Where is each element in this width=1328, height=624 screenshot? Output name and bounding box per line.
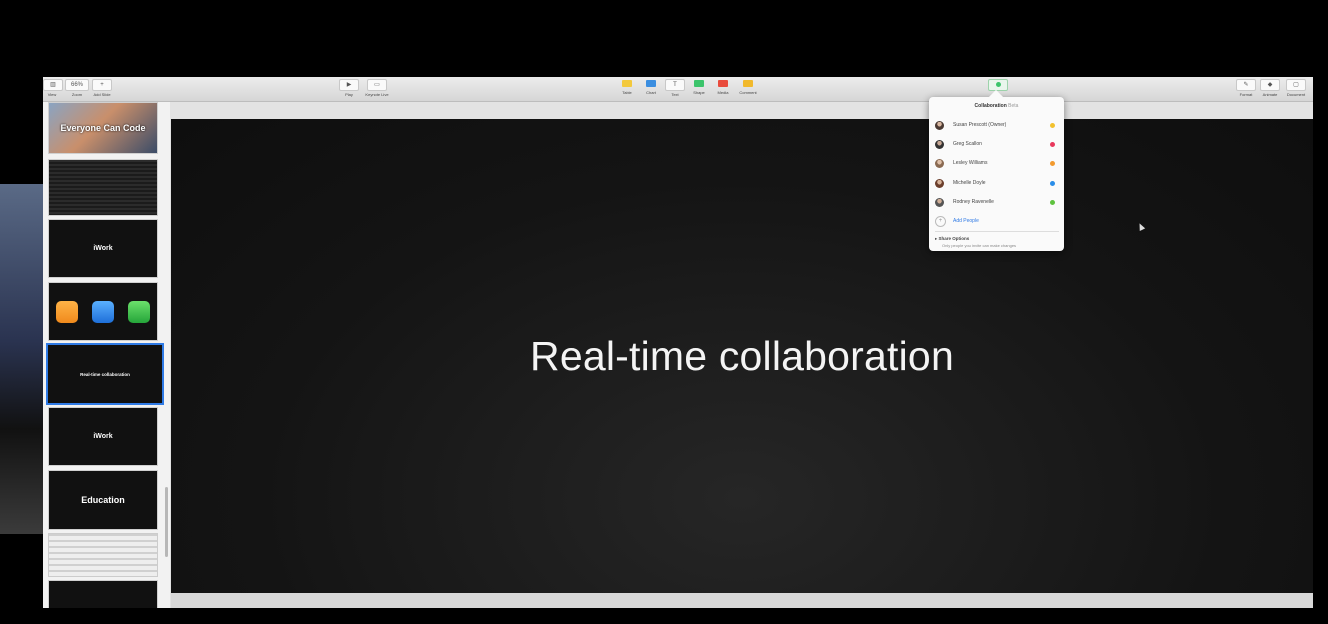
toolbar: ▥ View 66% Zoom + Add Slide ▶ Play ▭ Key… — [43, 77, 1313, 102]
pages-app-icon — [56, 300, 78, 323]
presenter-video-background — [0, 184, 44, 534]
numbers-app-icon — [128, 300, 150, 323]
slide-navigator: Everyone Can Code iWork Real-time collab… — [43, 102, 170, 608]
avatar — [935, 179, 944, 188]
add-slide-button[interactable]: + Add Slide — [91, 79, 113, 97]
slide-thumbnail-7[interactable]: Education — [48, 470, 158, 530]
media-icon — [714, 79, 732, 89]
cursor-color-dot — [1050, 123, 1055, 128]
avatar — [935, 159, 944, 168]
document-icon: ▢ — [1286, 79, 1306, 91]
collaborator-row[interactable]: Michelle Doyle — [935, 177, 1059, 191]
comment-icon — [739, 79, 757, 89]
chevron-right-icon: ▸ — [935, 236, 938, 241]
animate-button[interactable]: ◆ Animate — [1259, 79, 1281, 97]
divider — [935, 231, 1059, 232]
format-icon: ✎ — [1236, 79, 1256, 91]
format-button[interactable]: ✎ Format — [1235, 79, 1257, 97]
cursor-color-dot — [1050, 161, 1055, 166]
add-people-button[interactable]: + Add People — [935, 216, 1059, 228]
play-button[interactable]: ▶ Play — [338, 79, 360, 97]
shape-button[interactable]: Shape — [688, 79, 710, 95]
keynote-live-button[interactable]: ▭ Keynote Live — [361, 79, 393, 97]
cursor-color-dot — [1050, 200, 1055, 205]
text-icon: T — [665, 79, 685, 91]
plus-icon: + — [935, 216, 946, 227]
avatar — [935, 121, 944, 130]
table-icon — [618, 79, 636, 89]
sidebar-icon: ▥ — [43, 79, 63, 91]
animate-icon: ◆ — [1260, 79, 1280, 91]
collaboration-popover: Collaboration Beta Susan Prescott (Owner… — [929, 89, 1064, 251]
plus-icon: + — [92, 79, 112, 91]
slide-thumbnail-3[interactable]: iWork — [48, 219, 158, 278]
collaborator-row[interactable]: Lesley Williams — [935, 157, 1059, 171]
document-button[interactable]: ▢ Document — [1283, 79, 1309, 97]
collaborate-icon — [988, 79, 1008, 91]
cursor-color-dot — [1050, 142, 1055, 147]
zoom-button[interactable]: 66% Zoom — [65, 79, 89, 97]
chart-icon — [642, 79, 660, 89]
cursor-color-dot — [1050, 181, 1055, 186]
slide-title[interactable]: Real-time collaboration — [171, 333, 1313, 380]
slide-thumbnail-5-selected[interactable]: Real-time collaboration — [46, 343, 164, 405]
text-button[interactable]: T Text — [664, 79, 686, 97]
slide-thumbnail-6[interactable]: iWork — [48, 407, 158, 466]
chart-button[interactable]: Chart — [640, 79, 662, 95]
collaborate-button[interactable] — [987, 79, 1009, 92]
keynote-window: ▥ View 66% Zoom + Add Slide ▶ Play ▭ Key… — [43, 77, 1313, 608]
collaborator-row[interactable]: Rodney Ravenelle — [935, 196, 1059, 210]
collaboration-title: Collaboration Beta — [974, 103, 1019, 109]
avatar — [935, 198, 944, 207]
media-button[interactable]: Media — [712, 79, 734, 95]
view-button[interactable]: ▥ View — [43, 79, 63, 97]
shape-icon — [690, 79, 708, 89]
comment-button[interactable]: Comment — [735, 79, 761, 95]
collaborator-row[interactable]: Susan Prescott (Owner) — [935, 119, 1059, 133]
play-icon: ▶ — [339, 79, 359, 91]
slide-thumbnail-4[interactable] — [48, 282, 158, 341]
slide-thumbnail-1[interactable]: Everyone Can Code — [48, 102, 158, 154]
slide-thumbnail-2[interactable] — [48, 159, 158, 216]
canvas-bottom-bar — [171, 593, 1313, 608]
keynote-app-icon — [92, 300, 114, 323]
keynote-live-icon: ▭ — [367, 79, 387, 91]
avatar — [935, 140, 944, 149]
slide-thumbnail-9[interactable] — [48, 580, 158, 608]
sidebar-scrollbar[interactable] — [165, 487, 168, 557]
slide-canvas[interactable]: Real-time collaboration — [171, 119, 1313, 593]
collaborator-row[interactable]: Greg Scallon — [935, 138, 1059, 152]
slide-thumbnail-8[interactable] — [48, 533, 158, 577]
zoom-icon: 66% — [65, 79, 89, 91]
share-options-disclosure[interactable]: ▸ Share Options Only people you invite c… — [935, 236, 1016, 248]
table-button[interactable]: Table — [616, 79, 638, 95]
